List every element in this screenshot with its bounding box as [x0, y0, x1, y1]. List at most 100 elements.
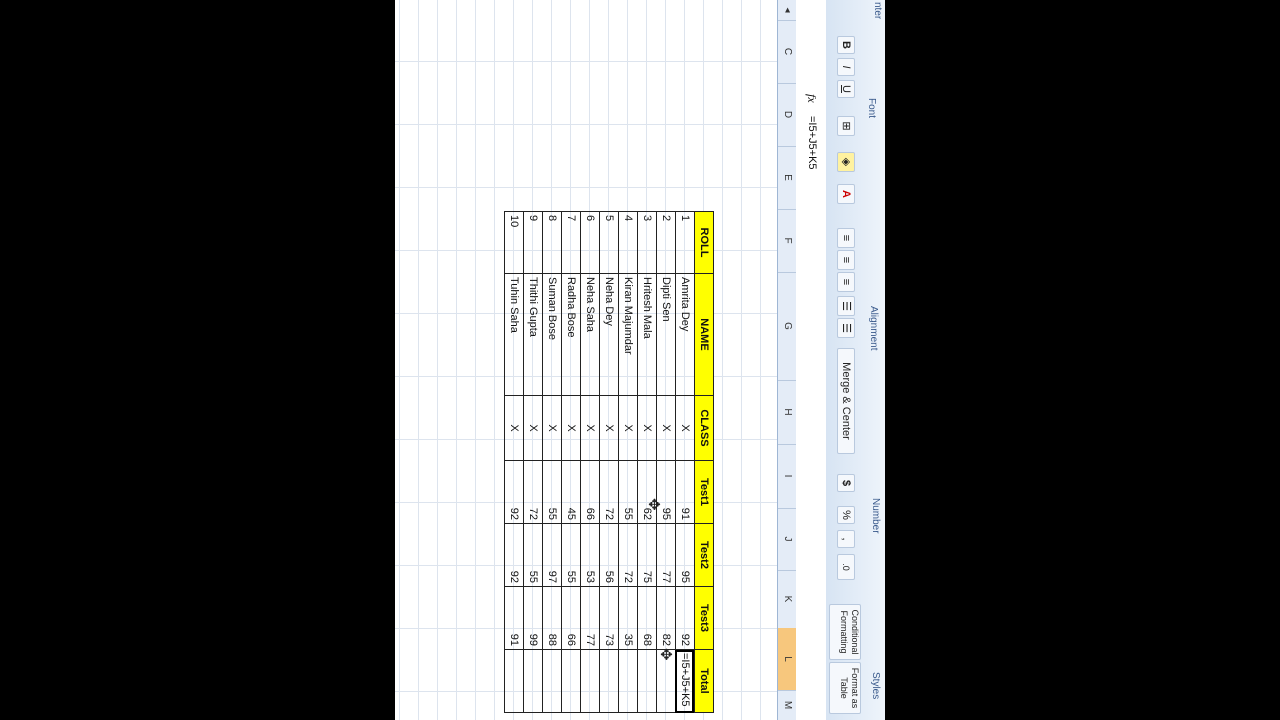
total-cell[interactable]	[504, 649, 524, 713]
column-header[interactable]: J	[778, 508, 796, 571]
roll-cell[interactable]: 9	[523, 211, 543, 274]
class-cell[interactable]: X	[656, 395, 676, 461]
total-cell[interactable]	[561, 649, 581, 713]
total-cell-active[interactable]: =I5+J5+K5	[675, 649, 695, 713]
test1-cell[interactable]: 72	[523, 460, 543, 524]
increase-decimal-icon[interactable]: .0	[837, 554, 855, 580]
test3-cell[interactable]: 73	[599, 586, 619, 650]
test2-cell[interactable]: 55	[561, 523, 581, 587]
column-header[interactable]: E	[778, 146, 796, 210]
align-center-icon[interactable]: ☰	[837, 318, 855, 338]
name-cell[interactable]: Kiran Majumdar	[618, 273, 638, 396]
name-cell[interactable]: Neha Saha	[580, 273, 600, 396]
currency-button[interactable]: $	[837, 474, 855, 492]
column-header[interactable]: G	[778, 272, 796, 381]
test3-cell[interactable]: 82	[656, 586, 676, 650]
fill-color-icon[interactable]: ◈	[837, 152, 855, 172]
class-cell[interactable]: X	[637, 395, 657, 461]
class-cell[interactable]: X	[561, 395, 581, 461]
name-cell[interactable]: Hritesh Mala	[637, 273, 657, 396]
percent-button[interactable]: %	[837, 506, 855, 524]
align-bottom-icon[interactable]: ≡	[837, 272, 855, 292]
test1-cell[interactable]: 72	[599, 460, 619, 524]
test3-cell[interactable]: 88	[542, 586, 562, 650]
header-roll[interactable]: ROLL	[694, 211, 714, 274]
test3-cell[interactable]: 68	[637, 586, 657, 650]
test3-cell[interactable]: 92	[675, 586, 695, 650]
header-name[interactable]: NAME	[694, 273, 714, 396]
test3-cell[interactable]: 77	[580, 586, 600, 650]
roll-cell[interactable]: 2	[656, 211, 676, 274]
name-cell[interactable]: Dipti Sen	[656, 273, 676, 396]
merge-center-button[interactable]: Merge & Center	[837, 348, 855, 454]
total-cell[interactable]	[580, 649, 600, 713]
column-header[interactable]: M	[778, 690, 796, 720]
class-cell[interactable]: X	[675, 395, 695, 461]
roll-cell[interactable]: 1	[675, 211, 695, 274]
column-header[interactable]: I	[778, 444, 796, 509]
total-cell[interactable]	[637, 649, 657, 713]
roll-cell[interactable]: 10	[504, 211, 524, 274]
test1-cell[interactable]: 55	[618, 460, 638, 524]
test2-cell[interactable]: 97	[542, 523, 562, 587]
test2-cell[interactable]: 92	[504, 523, 524, 587]
total-cell[interactable]	[523, 649, 543, 713]
test1-cell[interactable]: 62	[637, 460, 657, 524]
formula-input[interactable]: =I5+J5+K5	[806, 116, 818, 170]
roll-cell[interactable]: 8	[542, 211, 562, 274]
roll-cell[interactable]: 4	[618, 211, 638, 274]
italic-button[interactable]: I	[837, 58, 855, 76]
column-header[interactable]: D	[778, 83, 796, 147]
test1-cell[interactable]: 55	[542, 460, 562, 524]
header-test1[interactable]: Test1	[694, 460, 714, 524]
total-cell[interactable]	[599, 649, 619, 713]
test2-cell[interactable]: 53	[580, 523, 600, 587]
font-color-icon[interactable]: A	[837, 184, 855, 204]
bold-button[interactable]: B	[837, 36, 855, 54]
borders-icon[interactable]: ⊞	[837, 116, 855, 136]
header-test2[interactable]: Test2	[694, 523, 714, 587]
name-cell[interactable]: Radha Bose	[561, 273, 581, 396]
test3-cell[interactable]: 35	[618, 586, 638, 650]
test3-cell[interactable]: 91	[504, 586, 524, 650]
name-cell[interactable]: Thithi Gupta	[523, 273, 543, 396]
class-cell[interactable]: X	[504, 395, 524, 461]
align-left-icon[interactable]: ☰	[837, 296, 855, 316]
roll-cell[interactable]: 7	[561, 211, 581, 274]
test1-cell[interactable]: 45	[561, 460, 581, 524]
class-cell[interactable]: X	[523, 395, 543, 461]
test2-cell[interactable]: 56	[599, 523, 619, 587]
name-cell[interactable]: Amrita Dey	[675, 273, 695, 396]
test2-cell[interactable]: 95	[675, 523, 695, 587]
test1-cell[interactable]: 95	[656, 460, 676, 524]
test1-cell[interactable]: 92	[504, 460, 524, 524]
class-cell[interactable]: X	[618, 395, 638, 461]
fx-icon[interactable]: fx	[804, 94, 819, 103]
align-top-icon[interactable]: ≡	[837, 228, 855, 248]
test2-cell[interactable]: 72	[618, 523, 638, 587]
roll-cell[interactable]: 3	[637, 211, 657, 274]
total-cell[interactable]	[542, 649, 562, 713]
test2-cell[interactable]: 77	[656, 523, 676, 587]
name-cell[interactable]: Tuhin Saha	[504, 273, 524, 396]
header-total[interactable]: Total	[694, 649, 714, 713]
total-cell[interactable]	[618, 649, 638, 713]
column-header[interactable]: C	[778, 20, 796, 84]
class-cell[interactable]: X	[580, 395, 600, 461]
conditional-formatting-button[interactable]: Conditional Formatting	[829, 604, 861, 660]
column-header[interactable]: K	[778, 570, 796, 629]
column-scroll-arrow-icon[interactable]: ◂	[778, 0, 796, 21]
roll-cell[interactable]: 6	[580, 211, 600, 274]
column-header[interactable]: H	[778, 380, 796, 445]
test2-cell[interactable]: 55	[523, 523, 543, 587]
test3-cell[interactable]: 99	[523, 586, 543, 650]
header-class[interactable]: CLASS	[694, 395, 714, 461]
name-cell[interactable]: Neha Dey	[599, 273, 619, 396]
column-header[interactable]: F	[778, 209, 796, 273]
test1-cell[interactable]: 66	[580, 460, 600, 524]
name-cell[interactable]: Suman Bose	[542, 273, 562, 396]
class-cell[interactable]: X	[599, 395, 619, 461]
header-test3[interactable]: Test3	[694, 586, 714, 650]
format-as-table-button[interactable]: Format as Table	[829, 662, 861, 714]
roll-cell[interactable]: 5	[599, 211, 619, 274]
